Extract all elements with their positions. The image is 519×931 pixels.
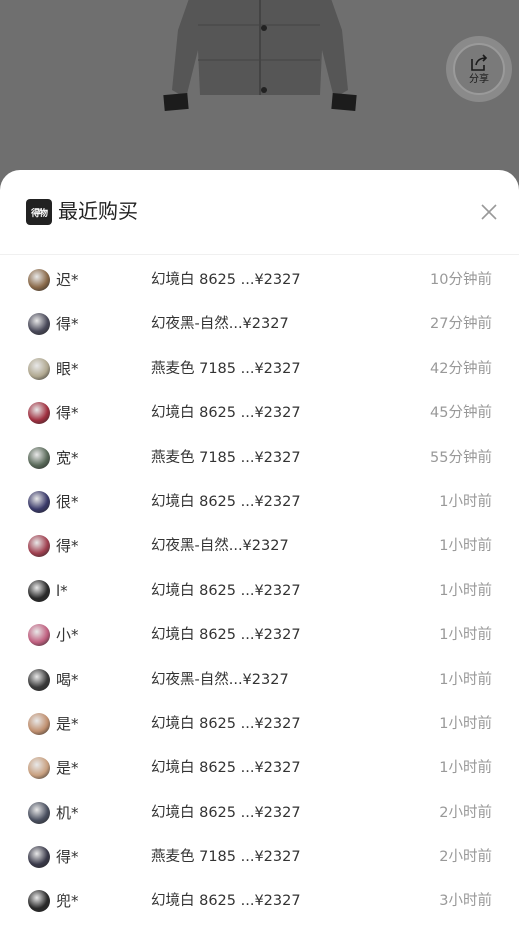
purchase-time: 55分钟前 (430, 449, 492, 466)
purchase-row: 宽* 燕麦色 7185 ...¥2327 55分钟前 (0, 436, 519, 480)
buyer-name: 机* (56, 803, 79, 822)
buyer-name: 迟* (56, 271, 79, 289)
purchase-row: 得* 幻境白 8625 ...¥2327 45分钟前 (0, 391, 519, 435)
product-image-area: 分享 (0, 0, 519, 180)
buyer-name: 得* (56, 537, 79, 556)
purchased-item: 幻夜黑-自然...¥2327 (151, 538, 289, 555)
purchase-time: 1小时前 (439, 715, 492, 732)
purchased-item: 幻境白 8625 ...¥2327 (151, 405, 301, 422)
purchase-time: 27分钟前 (430, 316, 492, 333)
purchase-time: 2小时前 (439, 849, 492, 866)
sheet-title: 最近购买 (58, 199, 138, 223)
purchased-item: 幻境白 8625 ...¥2327 (151, 715, 301, 732)
buyer-name: 得* (56, 404, 79, 423)
avatar[interactable] (28, 446, 50, 469)
purchase-row: 得* 燕麦色 7185 ...¥2327 2小时前 (0, 835, 519, 879)
purchased-item: 燕麦色 7185 ...¥2327 (151, 449, 301, 466)
purchase-row: 很* 幻境白 8625 ...¥2327 1小时前 (0, 480, 519, 524)
brand-logo: 得物 (26, 199, 52, 225)
buyer-name: 小* (56, 626, 79, 645)
avatar[interactable] (28, 757, 50, 780)
purchase-row: 迟* 幻境白 8625 ...¥2327 10分钟前 (0, 258, 519, 302)
purchase-row: 是* 幻境白 8625 ...¥2327 1小时前 (0, 702, 519, 746)
purchased-item: 燕麦色 7185 ...¥2327 (151, 849, 301, 866)
purchase-time: 2小时前 (439, 804, 492, 821)
share-button[interactable]: 分享 (446, 36, 512, 102)
purchase-row: 小* 幻境白 8625 ...¥2327 1小时前 (0, 613, 519, 657)
purchase-row: 是* 幻境白 8625 ...¥2327 1小时前 (0, 746, 519, 790)
avatar[interactable] (28, 846, 50, 869)
purchased-item: 幻夜黑-自然...¥2327 (151, 316, 289, 333)
purchase-time: 1小时前 (439, 671, 492, 688)
purchase-sheet-page: 分享 得物 最近购买 迟* 幻境白 8625 ...¥2327 10分钟前得* 幻夜黑… (0, 0, 519, 931)
purchased-item: 幻境白 8625 ...¥2327 (151, 582, 301, 599)
purchased-item: 幻境白 8625 ...¥2327 (151, 804, 301, 821)
purchase-row: 机* 幻境白 8625 ...¥2327 2小时前 (0, 791, 519, 835)
buyer-name: 喝* (56, 670, 79, 689)
buyer-name: 是* (56, 714, 79, 733)
buyer-name: 兜* (56, 892, 79, 911)
purchased-item: 幻夜黑-自然...¥2327 (151, 671, 289, 688)
purchase-row: 眼* 燕麦色 7185 ...¥2327 42分钟前 (0, 347, 519, 391)
recent-purchases-sheet: 得物 最近购买 迟* 幻境白 8625 ...¥2327 10分钟前得* 幻夜黑-自然… (0, 170, 519, 931)
avatar[interactable] (28, 357, 50, 380)
purchased-item: 幻境白 8625 ...¥2327 (151, 493, 301, 510)
purchase-row: 兜* 幻境白 8625 ...¥2327 3小时前 (0, 879, 519, 923)
sheet-header: 得物 最近购买 (0, 170, 519, 255)
purchase-time: 1小时前 (439, 538, 492, 555)
share-label: 分享 (469, 73, 489, 85)
purchase-time: 45分钟前 (430, 405, 492, 422)
buyer-name: 得* (56, 315, 79, 334)
purchase-time: 3小时前 (439, 893, 492, 910)
avatar[interactable] (28, 801, 50, 824)
share-button-inner: 分享 (453, 43, 505, 95)
avatar[interactable] (28, 535, 50, 558)
purchased-item: 幻境白 8625 ...¥2327 (151, 760, 301, 777)
share-icon (471, 53, 488, 71)
purchase-time: 10分钟前 (430, 272, 492, 288)
purchase-list: 迟* 幻境白 8625 ...¥2327 10分钟前得* 幻夜黑-自然...¥2327… (0, 258, 519, 924)
purchased-item: 燕麦色 7185 ...¥2327 (151, 360, 301, 377)
avatar[interactable] (28, 668, 50, 691)
purchase-time: 42分钟前 (430, 360, 492, 377)
avatar[interactable] (28, 313, 50, 336)
buyer-name: 得* (56, 848, 79, 867)
avatar[interactable] (28, 624, 50, 647)
jacket-image (163, 0, 357, 112)
avatar[interactable] (28, 269, 50, 291)
avatar[interactable] (28, 490, 50, 513)
purchased-item: 幻境白 8625 ...¥2327 (151, 272, 301, 288)
buyer-name: 宽* (56, 448, 79, 467)
purchase-row: 得* 幻夜黑-自然...¥2327 1小时前 (0, 524, 519, 568)
avatar[interactable] (28, 579, 50, 602)
purchased-item: 幻境白 8625 ...¥2327 (151, 893, 301, 910)
purchase-row: 得* 幻夜黑-自然...¥2327 27分钟前 (0, 302, 519, 346)
purchase-row: 喝* 幻夜黑-自然...¥2327 1小时前 (0, 658, 519, 702)
purchase-time: 1小时前 (439, 760, 492, 777)
close-icon[interactable] (478, 201, 500, 223)
purchase-time: 1小时前 (439, 582, 492, 599)
avatar[interactable] (28, 402, 50, 425)
buyer-name: 是* (56, 759, 79, 778)
purchase-time: 1小时前 (439, 627, 492, 644)
buyer-name: 很* (56, 492, 79, 511)
purchased-item: 幻境白 8625 ...¥2327 (151, 627, 301, 644)
buyer-name: l* (56, 581, 68, 600)
purchase-time: 1小时前 (439, 493, 492, 510)
buyer-name: 眼* (56, 359, 79, 378)
purchase-row: l* 幻境白 8625 ...¥2327 1小时前 (0, 569, 519, 613)
avatar[interactable] (28, 890, 50, 913)
avatar[interactable] (28, 712, 50, 735)
